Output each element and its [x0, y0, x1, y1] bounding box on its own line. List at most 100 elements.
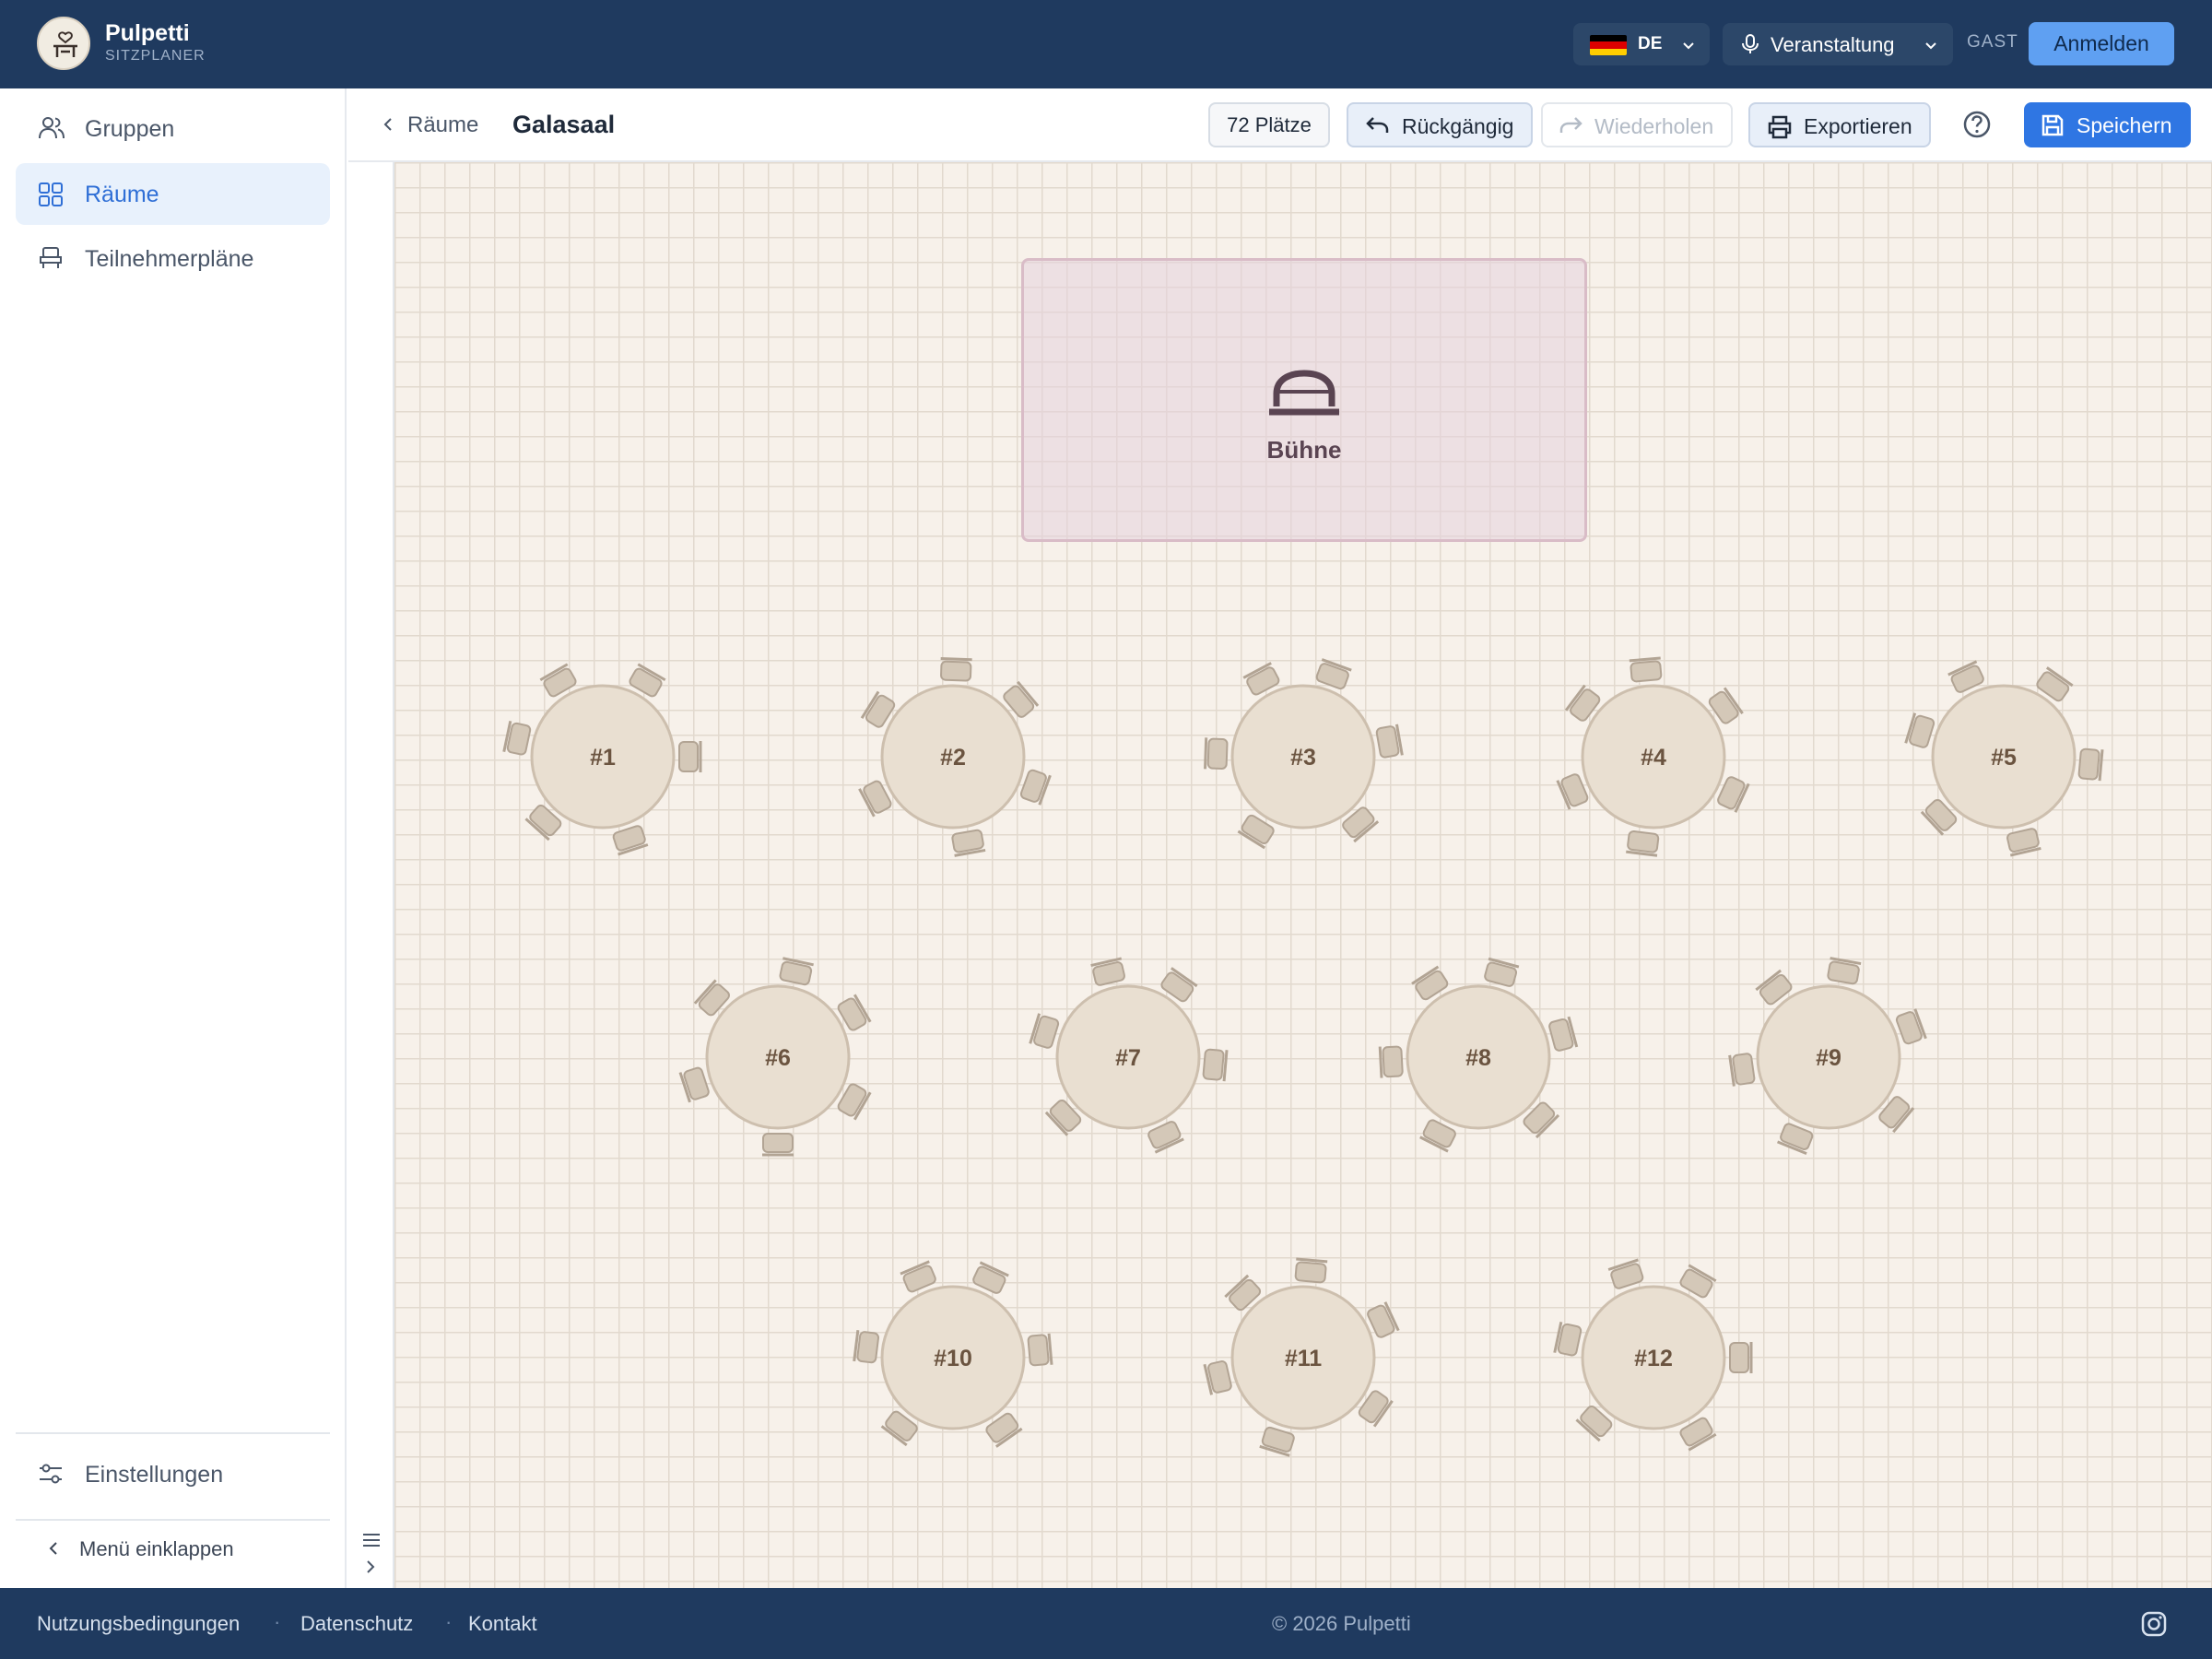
footer-link-contact[interactable]: Kontakt [468, 1612, 537, 1636]
chair[interactable] [1203, 1359, 1232, 1395]
chair[interactable] [2077, 747, 2104, 782]
chair[interactable] [1378, 1045, 1404, 1078]
chevron-left-icon [383, 118, 392, 131]
round-table[interactable]: #10 [853, 1260, 1053, 1448]
round-table[interactable]: #9 [1728, 957, 1927, 1156]
chair[interactable] [502, 721, 532, 756]
sidebar-item-rooms[interactable]: Räume [16, 163, 330, 225]
chair[interactable] [779, 957, 814, 986]
chair[interactable] [1483, 957, 1520, 987]
sidebar-item-label: Gruppen [85, 116, 175, 142]
redo-button[interactable]: Wiederholen [1541, 102, 1733, 147]
chair[interactable] [1204, 737, 1229, 770]
chair[interactable] [1090, 957, 1126, 986]
chair[interactable] [1728, 1053, 1756, 1087]
chair[interactable] [1729, 1342, 1753, 1373]
chair[interactable] [678, 741, 702, 772]
seat-count-badge: 72 Plätze [1208, 102, 1330, 147]
chair[interactable] [1375, 724, 1404, 759]
menu-icon[interactable] [361, 1532, 382, 1548]
footer: Nutzungsbedingungen · Datenschutz · Kont… [0, 1588, 2212, 1659]
table-label: #4 [1641, 745, 1666, 771]
table-label: #2 [940, 745, 966, 771]
chair[interactable] [1777, 1123, 1815, 1156]
settings-label: Einstellungen [85, 1462, 224, 1488]
chair[interactable] [940, 657, 972, 682]
chair[interactable] [1629, 656, 1663, 683]
chair[interactable] [1895, 1008, 1927, 1046]
sidebar-item-groups[interactable]: Gruppen [16, 98, 330, 159]
chevron-right-icon[interactable] [364, 1559, 377, 1575]
chair[interactable] [1029, 1013, 1060, 1050]
sidebar: Gruppen Räume Teilnehmerpläne Einstellun… [0, 88, 347, 1588]
chair[interactable] [1314, 658, 1352, 690]
chair[interactable] [1827, 957, 1862, 985]
room-canvas[interactable]: Bühne #1 #2 #3 #4 #5 #6 #7 #8 #9 #10 #11 #12 [394, 162, 2212, 1588]
chair[interactable] [1626, 830, 1660, 857]
chair[interactable] [1259, 1426, 1296, 1457]
brand-name: Pulpetti [105, 20, 190, 46]
chair[interactable] [2006, 828, 2041, 857]
login-button[interactable]: Anmelden [2029, 22, 2174, 65]
language-selector[interactable]: DE [1573, 23, 1710, 65]
round-table[interactable]: #6 [678, 957, 872, 1157]
round-table[interactable]: #8 [1378, 957, 1579, 1153]
chair[interactable] [1294, 1257, 1328, 1284]
round-table[interactable]: #1 [502, 663, 702, 856]
footer-link-privacy[interactable]: Datenschutz [300, 1612, 413, 1636]
printer-icon [1768, 115, 1792, 139]
export-label: Exportieren [1804, 114, 1912, 138]
chair[interactable] [1027, 1333, 1053, 1367]
chevron-down-icon [1683, 42, 1694, 50]
editor-toolbar: Räume Galasaal 72 Plätze Rückgängig Wied… [348, 88, 2212, 162]
instagram-icon[interactable] [2140, 1610, 2168, 1638]
room-title: Galasaal [512, 111, 616, 138]
floppy-disk-icon [2041, 114, 2064, 136]
brand-subtitle: SITZPLANER [105, 48, 206, 64]
grid-icon [39, 182, 63, 206]
round-table[interactable]: #4 [1556, 656, 1750, 857]
table-label: #9 [1816, 1045, 1841, 1071]
pulpetti-logo-icon[interactable] [37, 17, 90, 70]
round-table[interactable]: #2 [858, 657, 1052, 857]
save-label: Speichern [2077, 113, 2172, 137]
chair[interactable] [1553, 1322, 1583, 1357]
table-label: #3 [1290, 745, 1316, 771]
chair[interactable] [1019, 768, 1052, 806]
footer-separator: · [445, 1610, 453, 1633]
chair[interactable] [762, 1133, 794, 1157]
chair[interactable] [1202, 1048, 1229, 1082]
help-icon[interactable] [1961, 109, 1993, 140]
chair[interactable] [1548, 1016, 1579, 1053]
seat-icon [40, 247, 62, 268]
copyright: © 2026 Pulpetti [1272, 1612, 1411, 1635]
table-label: #12 [1634, 1346, 1673, 1371]
chair[interactable] [1607, 1258, 1644, 1289]
event-label: Veranstaltung [1771, 33, 1895, 56]
table-label: #1 [590, 745, 616, 771]
event-selector[interactable]: Veranstaltung [1723, 23, 1953, 65]
footer-separator: · [274, 1610, 281, 1633]
chair[interactable] [951, 829, 986, 857]
round-table[interactable]: #7 [1029, 957, 1229, 1154]
chevron-left-icon [49, 1542, 57, 1555]
round-table[interactable]: #11 [1203, 1257, 1400, 1457]
sidebar-item-settings[interactable]: Einstellungen [16, 1443, 330, 1505]
undo-button[interactable]: Rückgängig [1347, 102, 1533, 147]
chair[interactable] [678, 1065, 710, 1103]
chair[interactable] [1904, 712, 1936, 749]
chair[interactable] [853, 1330, 880, 1364]
chair[interactable] [611, 825, 649, 856]
footer-link-terms[interactable]: Nutzungsbedingungen [37, 1612, 240, 1636]
export-button[interactable]: Exportieren [1748, 102, 1931, 147]
table-label: #5 [1991, 745, 2017, 771]
save-button[interactable]: Speichern [2024, 102, 2191, 147]
redo-label: Wiederholen [1594, 114, 1714, 138]
round-table[interactable]: #12 [1553, 1258, 1753, 1452]
round-table[interactable]: #5 [1904, 660, 2104, 857]
round-table[interactable]: #3 [1204, 658, 1404, 850]
language-code: DE [1638, 34, 1663, 53]
sidebar-item-attendee-plans[interactable]: Teilnehmerpläne [16, 228, 330, 289]
chevron-down-icon [1925, 42, 1936, 50]
sliders-icon [40, 1464, 62, 1484]
